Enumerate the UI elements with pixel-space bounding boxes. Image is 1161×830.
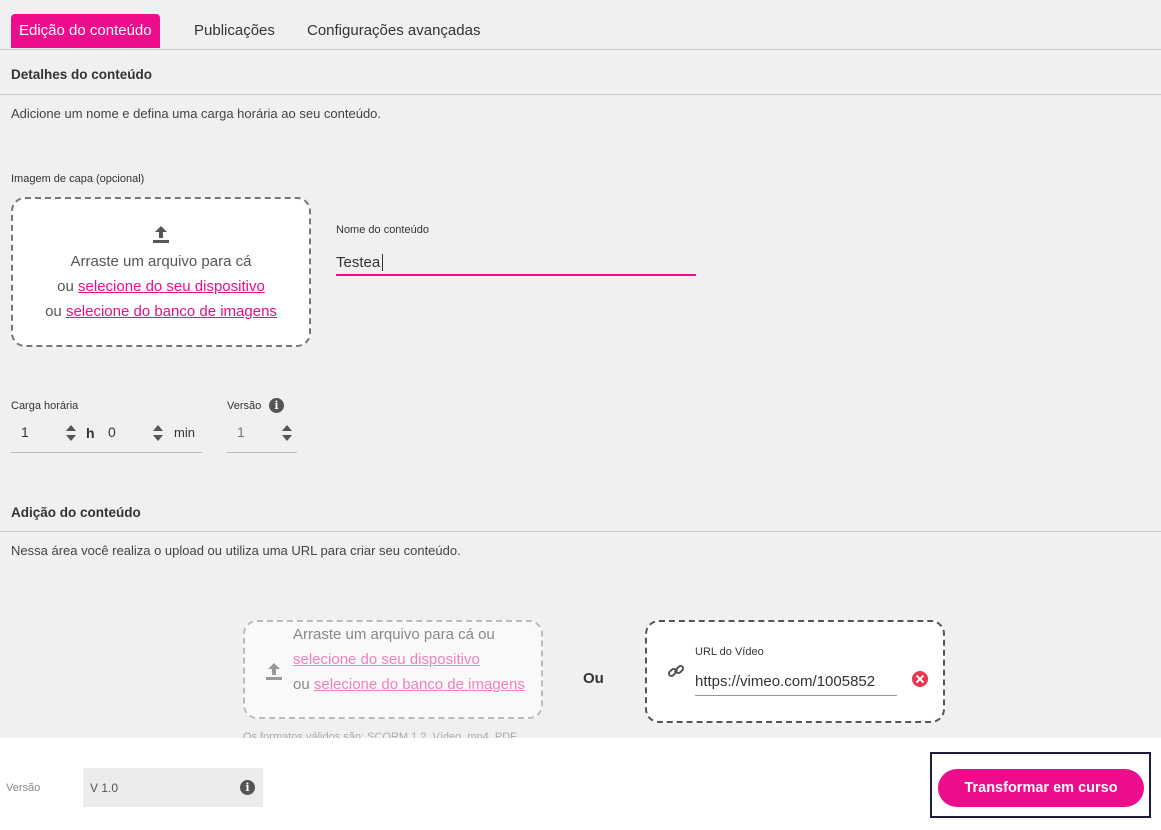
version-stepper-icon[interactable] — [281, 423, 293, 443]
clear-icon[interactable] — [911, 670, 929, 688]
or-text: ou — [45, 303, 62, 320]
upload-select-device-link[interactable]: selecione do seu dispositivo — [293, 651, 480, 668]
cover-select-device-link[interactable]: selecione do seu dispositivo — [78, 278, 265, 295]
content-upload-dropzone[interactable]: Arraste um arquivo para cá ou selecione … — [243, 620, 543, 719]
cover-select-bank-link[interactable]: selecione do banco de imagens — [66, 303, 277, 320]
footer-bar: Versão V 1.0 i Transformar em curso — [0, 738, 1161, 830]
content-name-label: Nome do conteúdo — [336, 224, 429, 236]
tab-bar: Edição do conteúdo Publicações Configura… — [0, 0, 1161, 50]
footer-version-field: V 1.0 i — [83, 768, 263, 807]
details-helper-text: Adicione um nome e defina uma carga horá… — [11, 106, 382, 121]
details-section-title: Detalhes do conteúdo — [11, 67, 153, 82]
tab-advanced-settings[interactable]: Configurações avançadas — [299, 14, 488, 48]
upload-text-block: Arraste um arquivo para cá ou selecione … — [293, 622, 533, 697]
or-separator: Ou — [583, 670, 604, 687]
info-icon[interactable]: i — [269, 398, 284, 413]
upload-select-bank-link[interactable]: selecione do banco de imagens — [314, 676, 525, 693]
upload-icon — [153, 226, 169, 243]
cover-drag-text: Arraste um arquivo para cá — [70, 253, 252, 270]
info-icon[interactable]: i — [240, 780, 255, 795]
footer-version-value: V 1.0 — [90, 781, 119, 795]
minutes-unit: min — [174, 425, 195, 440]
footer-version-label: Versão — [6, 782, 41, 794]
highlight-frame: Transformar em curso — [930, 752, 1151, 818]
video-url-input[interactable] — [695, 668, 897, 696]
hours-unit: h — [86, 425, 95, 441]
version-value[interactable]: 1 — [237, 424, 245, 440]
video-url-label: URL do Vídeo — [695, 646, 764, 658]
version-label: Versão — [227, 400, 262, 412]
hours-value[interactable]: 1 — [21, 424, 29, 440]
cover-image-dropzone[interactable]: Arraste um arquivo para cá ou selecione … — [11, 197, 311, 347]
cover-select-device-line: ou selecione do seu dispositivo — [13, 274, 309, 299]
workload-label: Carga horária — [11, 400, 79, 412]
link-icon — [667, 664, 685, 678]
addition-helper-text: Nessa área você realiza o upload ou util… — [11, 543, 461, 558]
tab-publications[interactable]: Publicações — [186, 14, 283, 48]
or-text: ou — [57, 278, 74, 295]
upload-icon — [266, 663, 282, 680]
details-divider — [0, 94, 1161, 95]
or-text: ou — [293, 676, 310, 693]
version-underline — [227, 452, 297, 453]
hours-stepper-icon[interactable] — [65, 423, 77, 443]
cover-select-bank-line: ou selecione do banco de imagens — [13, 299, 309, 324]
minutes-stepper-icon[interactable] — [152, 423, 164, 443]
transform-into-course-button[interactable]: Transformar em curso — [938, 769, 1144, 807]
addition-divider — [0, 531, 1161, 532]
workload-underline — [11, 452, 202, 453]
minutes-value[interactable]: 0 — [108, 424, 116, 440]
addition-section-title: Adição do conteúdo — [11, 505, 141, 520]
upload-drag-text: Arraste um arquivo para cá ou — [293, 626, 495, 643]
tab-content-editing[interactable]: Edição do conteúdo — [11, 14, 160, 48]
content-name-input[interactable] — [336, 250, 696, 276]
cover-image-label: Imagem de capa (opcional) — [11, 173, 145, 185]
text-caret — [382, 254, 383, 271]
video-url-box: URL do Vídeo — [645, 620, 945, 723]
